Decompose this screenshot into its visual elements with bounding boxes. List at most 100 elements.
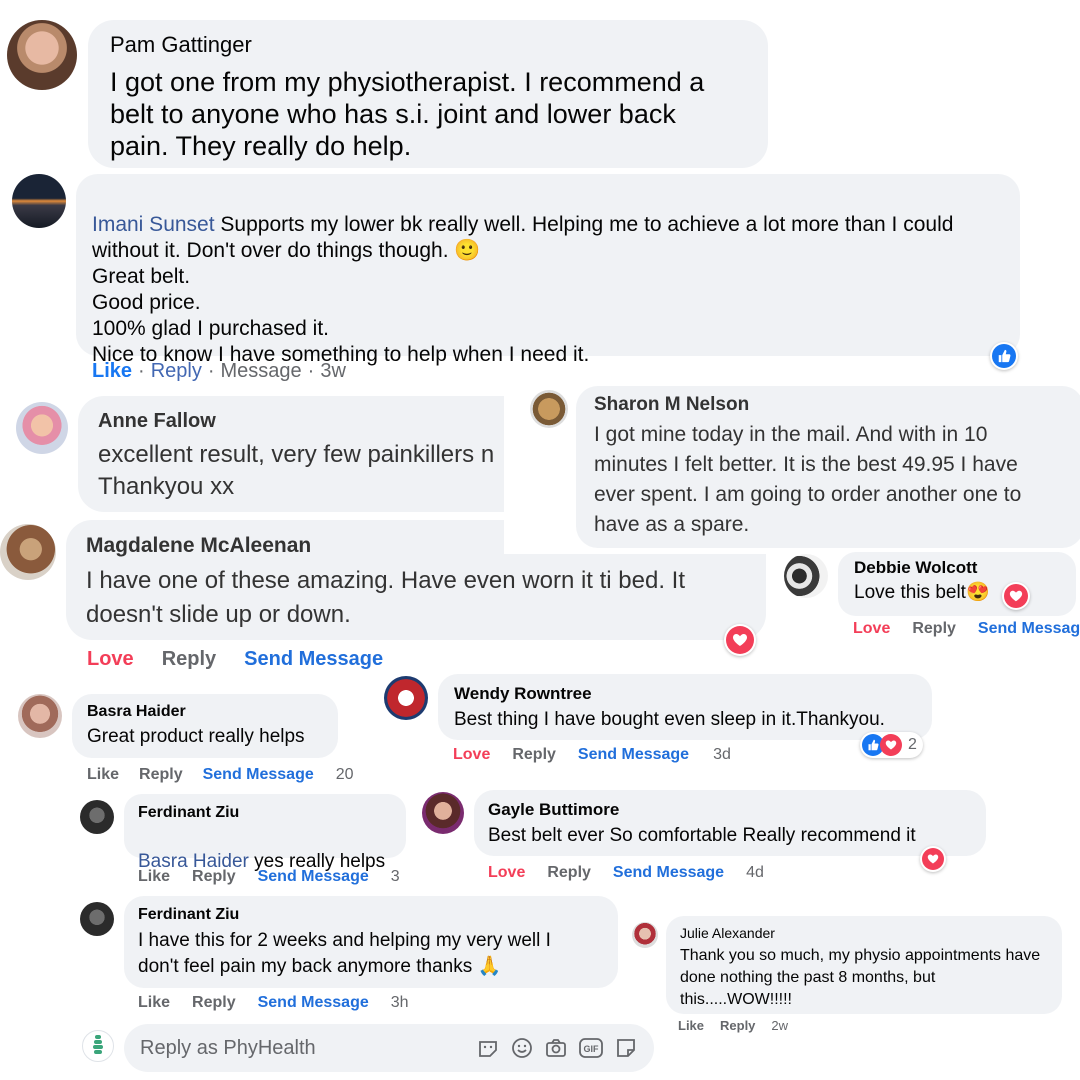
reaction-badge[interactable]: 2 — [860, 732, 923, 758]
love-button[interactable]: Love — [87, 648, 134, 671]
author-name[interactable]: Imani Sunset — [92, 213, 215, 236]
avatar[interactable] — [422, 792, 464, 834]
comment-pam: Pam Gattinger I got one from my physioth… — [0, 0, 780, 170]
send-message-button[interactable]: Send Message — [258, 994, 369, 1012]
send-message-button[interactable]: Send Message — [258, 868, 369, 886]
love-button[interactable]: Love — [853, 620, 890, 638]
like-button[interactable]: Like — [678, 1018, 704, 1033]
reply-input[interactable]: Reply as PhyHealth GIF — [124, 1024, 654, 1072]
comment-debbie: Debbie Wolcott Love this belt😍 Love Repl… — [776, 552, 1080, 652]
author-name[interactable]: Sharon M Nelson — [594, 394, 1066, 416]
reply-button[interactable]: Reply — [151, 360, 202, 383]
emoji-icon[interactable] — [510, 1036, 534, 1060]
reply-button[interactable]: Reply — [192, 994, 236, 1012]
timestamp: 3d — [713, 746, 731, 763]
like-button[interactable]: Like — [138, 994, 170, 1012]
comment-basra: Basra Haider Great product really helps … — [0, 686, 400, 790]
reaction-badge[interactable] — [724, 624, 756, 656]
comment-gayle: Gayle Buttimore Best belt ever So comfor… — [412, 786, 992, 890]
reply-button[interactable]: Reply — [547, 864, 591, 882]
send-message-button[interactable]: Send Message — [203, 766, 314, 784]
comment-actions: Like Reply 2w — [678, 1018, 788, 1033]
love-button[interactable]: Love — [488, 864, 525, 882]
reply-placeholder: Reply as PhyHealth — [140, 1036, 316, 1059]
comment-wendy: Wendy Rowntree Best thing I have bought … — [376, 670, 976, 774]
send-message-button[interactable]: Send Message — [613, 864, 724, 882]
avatar[interactable] — [632, 922, 658, 948]
comment-bubble: Julie Alexander Thank you so much, my ph… — [666, 916, 1062, 1014]
sticker-icon[interactable] — [614, 1036, 638, 1060]
reaction-badge[interactable] — [990, 342, 1018, 370]
avatar[interactable] — [0, 524, 56, 580]
comment-text: I got one from my physiotherapist. I rec… — [110, 67, 705, 161]
avatar[interactable] — [384, 676, 428, 720]
reply-button[interactable]: Reply — [139, 766, 183, 784]
comment-actions: Like Reply Send Message 3h — [138, 994, 409, 1012]
like-button[interactable]: Like — [92, 360, 132, 383]
reaction-badge[interactable] — [1002, 582, 1030, 610]
heart-icon — [880, 734, 902, 756]
page-avatar — [82, 1030, 114, 1062]
author-name[interactable]: Basra Haider — [87, 703, 323, 721]
author-name[interactable]: Anne Fallow — [98, 410, 518, 433]
comment-actions: Love Reply Send Message 3d — [453, 746, 731, 764]
author-name[interactable]: Ferdinant Ziu — [138, 906, 604, 924]
avatar[interactable] — [80, 902, 114, 936]
comment-text: without it. Don't over do things though.… — [92, 239, 590, 366]
like-button[interactable]: Like — [87, 766, 119, 784]
comment-actions: Love Reply Send Messag — [853, 620, 1080, 638]
send-message-button[interactable]: Send Message — [578, 746, 689, 764]
comment-text: I have this for 2 weeks and helping my v… — [138, 930, 551, 977]
svg-text:GIF: GIF — [584, 1044, 600, 1054]
avatar[interactable] — [530, 390, 568, 428]
comment-julie: Julie Alexander Thank you so much, my ph… — [620, 908, 1080, 1038]
like-button[interactable]: Like — [138, 868, 170, 886]
reply-button[interactable]: Reply — [162, 648, 216, 671]
author-name[interactable]: Debbie Wolcott — [854, 558, 1060, 578]
avatar[interactable] — [18, 694, 62, 738]
avatar[interactable] — [7, 20, 77, 90]
avatar[interactable] — [16, 402, 68, 454]
comment-text: excellent result, very few painkillers n… — [98, 441, 495, 500]
avatar[interactable] — [784, 554, 828, 598]
reply-button[interactable]: Reply — [720, 1018, 755, 1033]
reaction-badge[interactable] — [920, 846, 946, 872]
camera-icon[interactable] — [544, 1036, 568, 1060]
gif-icon[interactable]: GIF — [578, 1037, 604, 1059]
comment-bubble: Imani Sunset Supports my lower bk really… — [76, 174, 1020, 366]
comment-text: Great product really helps — [87, 726, 305, 747]
author-name[interactable]: Julie Alexander — [680, 925, 1048, 941]
timestamp: 4d — [746, 864, 764, 881]
send-message-button[interactable]: Send Messag — [978, 620, 1080, 638]
reply-button[interactable]: Reply — [192, 868, 236, 886]
reply-composer: Reply as PhyHealth GIF — [74, 1022, 654, 1080]
like-icon — [992, 344, 1016, 368]
comment-actions: Like Reply Send Message 20 — [87, 766, 354, 784]
reply-button[interactable]: Reply — [512, 746, 556, 764]
send-message-button[interactable]: Send Message — [244, 648, 383, 671]
message-button[interactable]: Message — [221, 360, 302, 383]
sticker-icon[interactable] — [476, 1036, 500, 1060]
comment-bubble: Ferdinant Ziu I have this for 2 weeks an… — [124, 896, 618, 988]
timestamp: 3 — [390, 868, 400, 885]
comment-text: Supports my lower bk really well. Helpin… — [214, 213, 954, 236]
author-name[interactable]: Pam Gattinger — [110, 32, 746, 58]
comment-bubble: Pam Gattinger I got one from my physioth… — [88, 20, 768, 168]
comment-ferdinant-2: Ferdinant Ziu I have this for 2 weeks an… — [74, 894, 624, 1022]
comment-imani: Imani Sunset Supports my lower bk really… — [0, 168, 1040, 390]
spine-logo-icon — [93, 1035, 103, 1054]
author-name[interactable]: Ferdinant Ziu — [138, 804, 392, 822]
avatar[interactable] — [80, 800, 114, 834]
love-button[interactable]: Love — [453, 746, 490, 764]
heart-icon — [922, 848, 944, 870]
comment-bubble: Wendy Rowntree Best thing I have bought … — [438, 674, 932, 740]
heart-icon — [1004, 584, 1028, 608]
reaction-count: 2 — [908, 736, 917, 753]
author-name[interactable]: Wendy Rowntree — [454, 684, 916, 704]
avatar[interactable] — [12, 174, 66, 228]
author-name[interactable]: Gayle Buttimore — [488, 800, 972, 820]
comment-bubble: Ferdinant Ziu Basra Haider yes really he… — [124, 794, 406, 872]
comment-actions: Love Reply Send Message 4d — [488, 864, 764, 882]
comment-ferdinant-1: Ferdinant Ziu Basra Haider yes really he… — [74, 790, 410, 890]
reply-button[interactable]: Reply — [912, 620, 956, 638]
